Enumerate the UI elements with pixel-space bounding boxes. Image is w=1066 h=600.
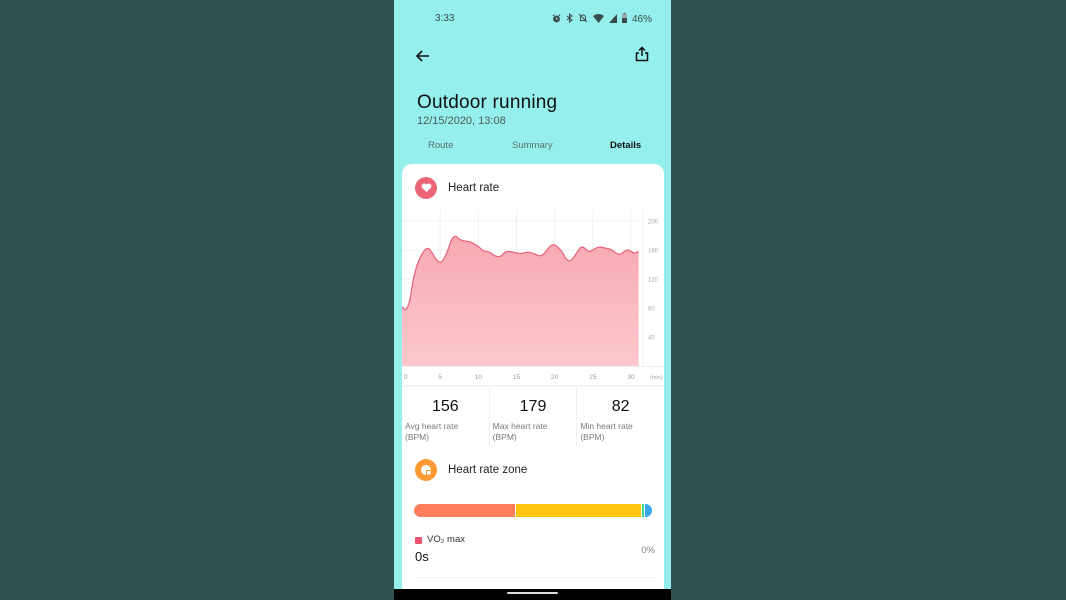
vo2max-percent: 0% — [641, 545, 655, 556]
heart-rate-stats: 156 Avg heart rate (BPM) 179 Max heart ra… — [402, 386, 664, 445]
heart-rate-zone-bar — [414, 504, 652, 517]
wifi-icon — [592, 13, 604, 26]
avg-heart-rate-value: 156 — [431, 398, 459, 415]
y-tick-label: 80 — [648, 307, 655, 313]
heart-rate-chart: 0 5 10 15 20 25 30 (min) 40 80 120 160 200 — [402, 210, 664, 386]
max-heart-rate-unit: (BPM) — [492, 432, 517, 442]
y-tick-label: 40 — [648, 336, 655, 342]
zone-segment-anaerobic — [414, 504, 516, 517]
cell-signal-icon — [608, 13, 617, 26]
zone-segment-aerobic — [515, 504, 641, 517]
x-tick-label: 15 — [513, 374, 521, 381]
heart-rate-zone-title: Heart rate zone — [448, 464, 528, 476]
pie-chart-icon — [415, 459, 437, 481]
phone-screen: 3:33 46% Outdoor running 12/15/2020, 13:… — [394, 0, 671, 600]
avg-heart-rate: 156 Avg heart rate (BPM) — [402, 387, 490, 445]
vo2max-color-swatch — [415, 537, 422, 544]
vo2max-label: VO₂ max — [427, 534, 465, 545]
min-heart-rate: 82 Min heart rate (BPM) — [577, 387, 664, 445]
battery-icon — [621, 13, 627, 26]
vo2max-time: 0s — [415, 549, 429, 564]
divider — [415, 577, 655, 578]
home-gesture-handle[interactable] — [507, 592, 558, 594]
x-tick-label: 20 — [551, 374, 559, 381]
page-title: Outdoor running — [417, 92, 558, 113]
status-time: 3:33 — [435, 13, 455, 24]
tab-summary[interactable]: Summary — [512, 140, 553, 151]
bluetooth-icon — [566, 12, 573, 26]
y-tick-label: 160 — [648, 249, 659, 255]
max-heart-rate: 179 Max heart rate (BPM) — [490, 387, 578, 445]
tab-route[interactable]: Route — [428, 140, 453, 151]
arrow-left-icon — [415, 50, 429, 62]
heart-rate-header: Heart rate — [415, 177, 499, 199]
x-axis-label: (min) — [650, 375, 663, 381]
x-tick-label: 10 — [475, 374, 483, 381]
back-button[interactable] — [414, 47, 432, 65]
zone-segment-warm-up — [643, 504, 652, 517]
details-card: Heart rate 0 5 10 15 20 25 30 (min) 40 80 120 160 20… — [402, 164, 664, 600]
max-heart-rate-value: 179 — [519, 398, 547, 415]
x-tick-label: 5 — [438, 374, 442, 381]
x-tick-label: 25 — [589, 374, 597, 381]
share-button[interactable] — [635, 46, 651, 64]
heart-rate-title: Heart rate — [448, 182, 500, 194]
min-heart-rate-value: 82 — [611, 398, 630, 415]
heart-rate-area — [402, 236, 639, 366]
share-icon — [635, 46, 649, 62]
status-bar: 3:33 46% — [394, 12, 671, 27]
y-tick-label: 120 — [648, 278, 659, 284]
notifications-off-icon — [578, 13, 588, 26]
min-heart-rate-unit: (BPM) — [580, 432, 605, 442]
x-tick-label: 30 — [627, 374, 635, 381]
workout-date: 12/15/2020, 13:08 — [417, 115, 506, 127]
max-heart-rate-label: Max heart rate — [492, 421, 548, 431]
avg-heart-rate-label: Avg heart rate — [405, 421, 459, 431]
heart-icon — [415, 177, 437, 199]
heart-rate-zone-header: Heart rate zone — [415, 459, 527, 481]
battery-percent: 46% — [631, 14, 652, 25]
avg-heart-rate-unit: (BPM) — [405, 432, 430, 442]
alarm-icon — [552, 13, 561, 26]
tab-details[interactable]: Details — [610, 140, 641, 151]
min-heart-rate-label: Min heart rate — [580, 421, 633, 431]
x-tick-label: 0 — [404, 374, 408, 381]
system-nav-bar — [394, 589, 671, 600]
y-tick-label: 200 — [648, 220, 659, 226]
